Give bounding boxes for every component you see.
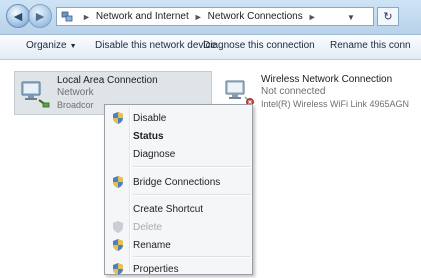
menu-item-diagnose[interactable]: Diagnose <box>107 145 250 163</box>
breadcrumb-separator[interactable]: ► <box>194 12 203 22</box>
organize-label: Organize <box>26 40 67 51</box>
rename-connection-button[interactable]: Rename this conn <box>330 40 411 51</box>
address-bar[interactable]: ► Network and Internet ► Network Connect… <box>56 7 374 26</box>
connection-status: Not connected <box>261 86 326 97</box>
menu-item-create-shortcut[interactable]: Create Shortcut <box>107 200 250 218</box>
context-menu: Disable Status Diagnose Bridge Connectio… <box>104 104 253 275</box>
connection-status: Network <box>57 87 94 98</box>
forward-button[interactable]: ► <box>28 4 52 28</box>
diagnose-connection-button[interactable]: Diagnose this connection <box>203 40 315 51</box>
shield-icon <box>107 236 129 254</box>
back-arrow-icon: ◄ <box>11 8 25 24</box>
connection-device: Intel(R) Wireless WiFi Link 4965AGN <box>261 99 410 109</box>
menu-separator <box>133 194 250 196</box>
breadcrumb-network-and-internet[interactable]: Network and Internet <box>96 11 189 22</box>
forward-arrow-icon: ► <box>33 8 47 24</box>
menu-item-label: Properties <box>133 263 179 275</box>
disable-device-button[interactable]: Disable this network device <box>95 40 216 51</box>
refresh-icon: ↻ <box>383 11 393 23</box>
chevron-down-icon: ▼ <box>69 43 77 50</box>
shield-icon <box>107 218 129 236</box>
menu-item-delete: Delete <box>107 218 250 236</box>
menu-item-label: Disable <box>133 112 167 124</box>
connection-name: Local Area Connection <box>57 75 158 86</box>
shield-icon <box>107 260 129 278</box>
menu-item-label: Status <box>133 130 164 142</box>
menu-item-properties[interactable]: Properties <box>107 260 250 278</box>
breadcrumb-network-connections[interactable]: Network Connections <box>208 11 303 22</box>
shield-icon <box>107 109 129 127</box>
menu-item-disable[interactable]: Disable <box>107 109 250 127</box>
connection-name: Wireless Network Connection <box>261 74 393 85</box>
menu-item-label: Create Shortcut <box>133 203 204 215</box>
window-titlebar: ◄ ► ► Network and Internet ► Network Con… <box>0 0 421 35</box>
menu-item-label: Rename <box>133 239 171 251</box>
address-dropdown-button[interactable]: ▼ <box>343 9 359 25</box>
breadcrumb-separator[interactable]: ► <box>82 12 91 22</box>
menu-separator <box>133 256 250 258</box>
chevron-down-icon: ▼ <box>347 12 355 22</box>
back-button[interactable]: ◄ <box>6 4 30 28</box>
command-bar: Organize ▼ Disable this network device Di… <box>0 35 421 60</box>
menu-item-label: Bridge Connections <box>133 176 221 188</box>
menu-item-status[interactable]: Status <box>107 127 250 145</box>
menu-item-label: Delete <box>133 221 162 233</box>
organize-menu-button[interactable]: Organize ▼ <box>26 40 77 51</box>
shield-icon <box>107 173 129 191</box>
wired-network-icon <box>19 76 51 108</box>
breadcrumb-separator[interactable]: ► <box>308 12 317 22</box>
network-folder-icon <box>61 11 73 22</box>
refresh-button[interactable]: ↻ <box>377 7 399 26</box>
wireless-network-icon <box>223 75 255 107</box>
menu-separator <box>133 166 250 168</box>
menu-item-label: Diagnose <box>133 148 176 160</box>
menu-item-bridge-connections[interactable]: Bridge Connections <box>107 173 250 191</box>
menu-item-rename[interactable]: Rename <box>107 236 250 254</box>
